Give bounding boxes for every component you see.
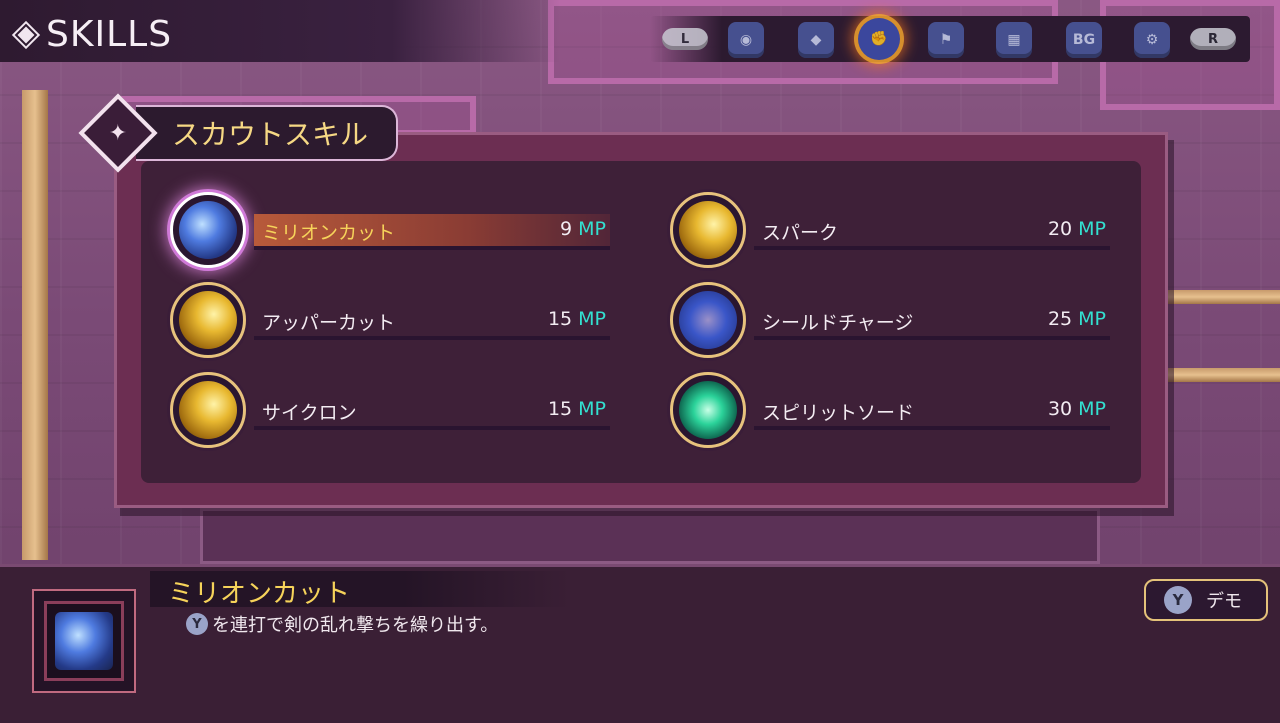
title-group: SKILLS xyxy=(14,14,173,55)
demo-button[interactable]: Y デモ xyxy=(1144,579,1268,621)
demo-label: デモ xyxy=(1206,591,1242,612)
bg-icon: BG xyxy=(1066,22,1102,58)
flag-icon: ⚑ xyxy=(928,22,964,58)
skill-shield-charge[interactable]: シールドチャージ 25 MP xyxy=(670,282,1120,362)
l-shoulder-button-icon: L xyxy=(662,28,708,50)
skill-cyclone[interactable]: サイクロン 15 MP xyxy=(170,372,620,452)
million-cut-icon xyxy=(170,192,246,268)
skill-name: アッパーカット xyxy=(262,312,396,334)
tab-bg[interactable]: BG xyxy=(1066,22,1102,58)
fist-icon: ✊ xyxy=(858,18,900,60)
spark-icon xyxy=(670,192,746,268)
skill-cost: 20 MP xyxy=(1047,218,1106,240)
tab-skills[interactable]: ✊ xyxy=(858,18,900,60)
category-label: スカウトスキル xyxy=(136,105,399,161)
skill-cost: 15 MP xyxy=(547,308,606,330)
skill-cost: 30 MP xyxy=(1047,398,1106,420)
cyclone-icon xyxy=(170,372,246,448)
page-title: SKILLS xyxy=(46,14,173,55)
diamond-icon xyxy=(14,23,38,46)
skill-spark[interactable]: スパーク 20 MP xyxy=(670,192,1120,272)
skill-cost: 15 MP xyxy=(547,398,606,420)
beast-icon: ◆ xyxy=(798,22,834,58)
skill-uppercut[interactable]: アッパーカット 15 MP xyxy=(170,282,620,362)
skill-detail-panel: ミリオンカット Y を連打で剣の乱れ撃ちを繰り出す。 Y デモ xyxy=(0,564,1280,723)
tab-beasts[interactable]: ◆ xyxy=(798,22,834,58)
y-button-icon: Y xyxy=(186,613,208,635)
bg-pipe-right-2 xyxy=(1168,368,1280,382)
skill-million-cut[interactable]: ミリオンカット 9 MP xyxy=(170,192,620,272)
skill-name: シールドチャージ xyxy=(762,312,914,334)
y-button-icon: Y xyxy=(1164,586,1192,614)
shield-charge-icon xyxy=(670,282,746,358)
spirit-sword-icon xyxy=(670,372,746,448)
bg-plate-bottom xyxy=(200,508,1100,564)
uppercut-icon xyxy=(170,282,246,358)
tab-map[interactable]: ⚑ xyxy=(928,22,964,58)
bg-pipe-left xyxy=(22,90,48,560)
helmet-icon: ◉ xyxy=(728,22,764,58)
skill-preview xyxy=(32,589,136,693)
skill-name: スピリットソード xyxy=(762,402,915,424)
gear-armor-icon: ▦ xyxy=(996,22,1032,58)
skill-cost: 25 MP xyxy=(1047,308,1106,330)
skill-name: サイクロン xyxy=(262,402,357,424)
skill-cost: 9 MP xyxy=(560,218,606,240)
detail-title: ミリオンカット xyxy=(168,579,351,609)
million-cut-preview-icon xyxy=(55,612,113,670)
skill-name: スパーク xyxy=(762,222,839,244)
detail-description: Y を連打で剣の乱れ撃ちを繰り出す。 xyxy=(186,611,498,637)
tab-equipment[interactable]: ◉ xyxy=(728,22,764,58)
bg-pipe-right xyxy=(1168,290,1280,304)
skill-spirit-sword[interactable]: スピリットソード 30 MP xyxy=(670,372,1120,452)
tab-gear[interactable]: ▦ xyxy=(996,22,1032,58)
skill-name: ミリオンカット xyxy=(262,222,396,244)
tab-r-shoulder[interactable]: R xyxy=(1190,28,1236,50)
tab-l-shoulder[interactable]: L xyxy=(662,28,708,50)
tab-settings[interactable]: ⚙ xyxy=(1134,22,1170,58)
category-header: ✦ スカウトスキル xyxy=(78,93,399,173)
r-shoulder-button-icon: R xyxy=(1190,28,1236,50)
wrench-icon: ⚙ xyxy=(1134,22,1170,58)
